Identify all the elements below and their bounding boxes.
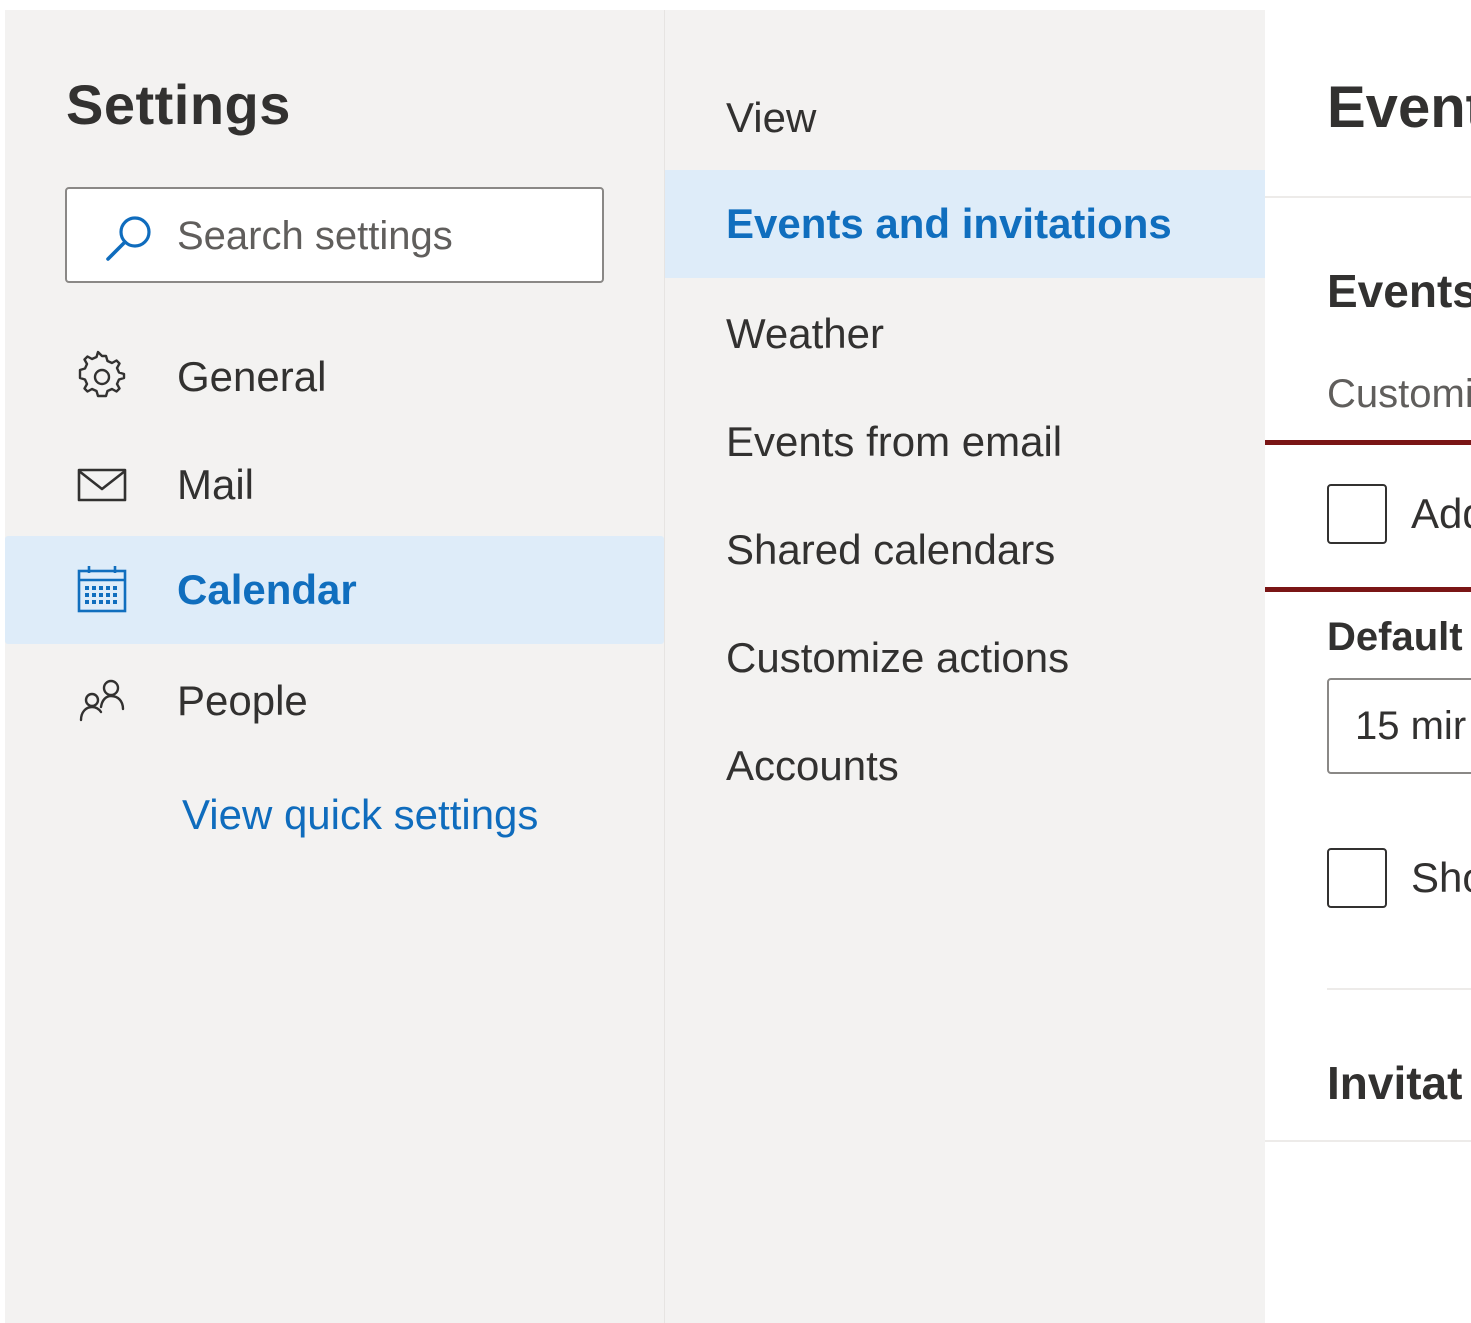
subnav-item-label: Customize actions (726, 634, 1070, 681)
settings-content-pane: Event Events Customi Add Default 15 mir … (1265, 10, 1471, 1323)
nav-item-label: Mail (177, 461, 255, 508)
divider (1265, 1140, 1471, 1142)
events-section-heading: Events (1327, 265, 1471, 317)
nav-item-general[interactable]: General (5, 323, 664, 431)
subnav-item-shared-calendars[interactable]: Shared calendars (665, 496, 1265, 604)
subnav-item-view[interactable]: View (665, 64, 1265, 172)
checkbox-label: Sho (1411, 854, 1471, 901)
gear-icon (78, 350, 126, 398)
search-settings-box[interactable] (65, 187, 604, 283)
subnav-item-label: Weather (726, 310, 884, 357)
nav-item-calendar[interactable]: Calendar (5, 536, 664, 644)
search-icon (106, 216, 151, 261)
settings-nav: Settings General (5, 10, 665, 1323)
page-title: Event (1327, 75, 1471, 140)
nav-item-label: People (177, 677, 308, 724)
search-settings-input[interactable] (177, 205, 577, 267)
dropdown-value: 15 mir (1355, 704, 1467, 748)
default-label: Default (1327, 615, 1463, 659)
settings-title: Settings (66, 73, 291, 136)
add-checkbox[interactable] (1327, 484, 1387, 544)
view-quick-settings-link[interactable]: View quick settings (182, 791, 538, 839)
people-icon (79, 679, 125, 722)
divider (1327, 988, 1471, 990)
subnav-item-events-from-email[interactable]: Events from email (665, 388, 1265, 496)
nav-item-label: Calendar (177, 566, 357, 613)
events-section-description: Customi (1327, 372, 1471, 416)
settings-dialog: Settings General (5, 10, 1471, 1323)
calendar-icon (77, 566, 127, 613)
subnav-item-label: Shared calendars (726, 526, 1056, 573)
subnav-item-accounts[interactable]: Accounts (665, 712, 1265, 820)
subnav-item-events-and-invitations[interactable]: Events and invitations (665, 170, 1265, 278)
checkbox-row-add[interactable]: Add (1327, 484, 1471, 546)
default-duration-dropdown[interactable]: 15 mir (1327, 678, 1471, 774)
subnav-item-label: View (726, 94, 817, 141)
subnav-item-label: Accounts (726, 742, 899, 789)
mail-icon (77, 468, 127, 502)
checkbox-label: Add (1411, 490, 1471, 537)
divider (1265, 196, 1471, 198)
checkbox-row-show[interactable]: Sho (1327, 848, 1471, 910)
subnav-item-customize-actions[interactable]: Customize actions (665, 604, 1265, 712)
subnav-item-label: Events and invitations (726, 200, 1172, 247)
subnav-item-weather[interactable]: Weather (665, 280, 1265, 388)
nav-item-label: General (177, 353, 327, 400)
nav-item-people[interactable]: People (5, 647, 664, 755)
invitations-section-heading: Invitat (1327, 1057, 1463, 1109)
subnav-item-label: Events from email (726, 418, 1063, 465)
calendar-subnav: View Events and invitations Weather Even… (665, 10, 1265, 1323)
nav-item-mail[interactable]: Mail (5, 431, 664, 539)
show-checkbox[interactable] (1327, 848, 1387, 908)
